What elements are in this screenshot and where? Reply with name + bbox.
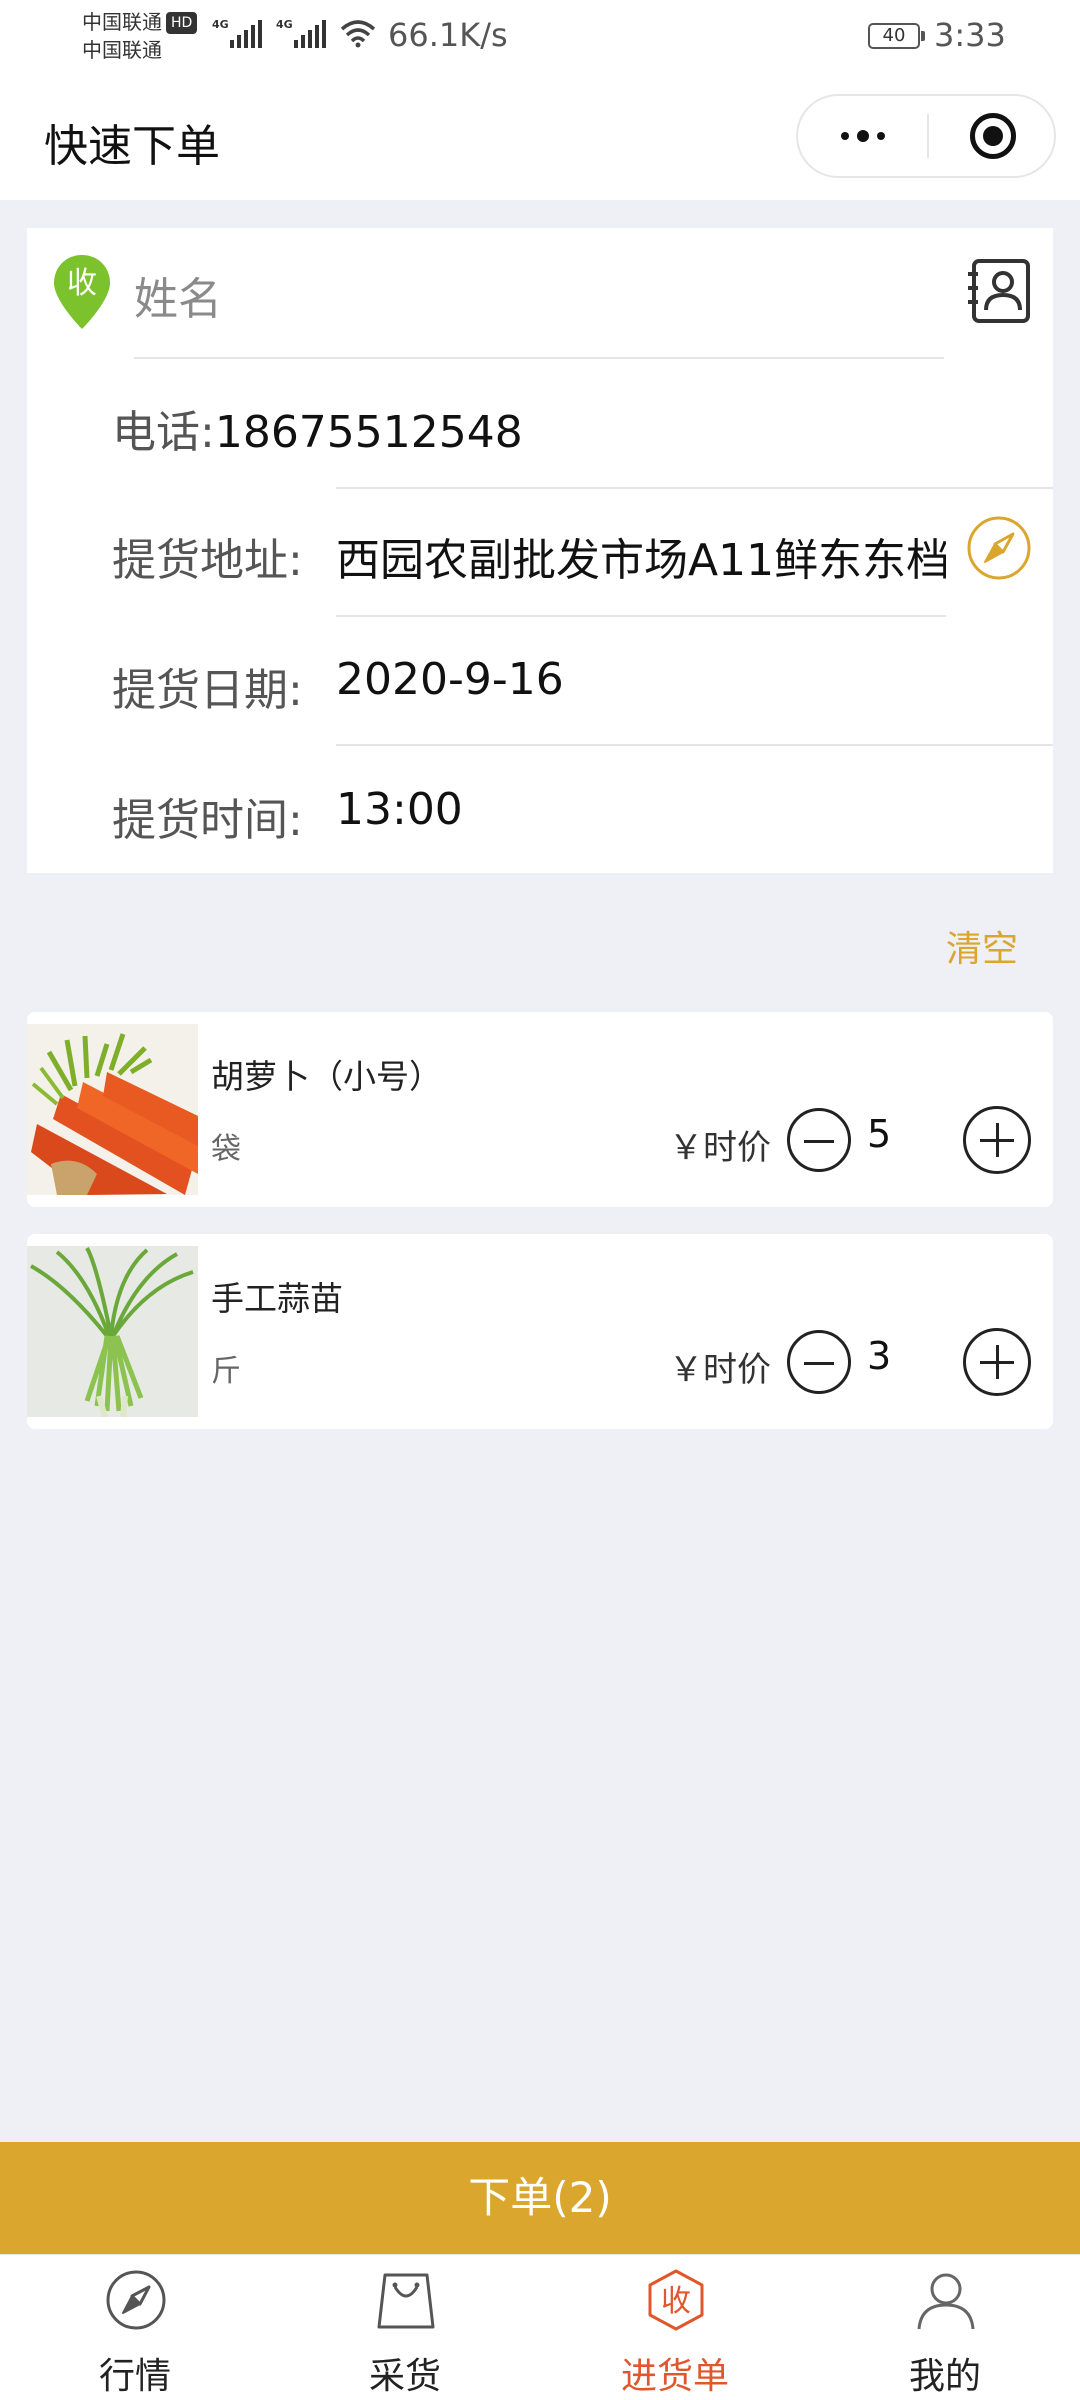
increase-quantity-button[interactable] [963, 1106, 1031, 1174]
product-card: 胡萝卜（小号） 袋 ￥时价 5 [27, 1012, 1053, 1207]
shopping-bag-icon [377, 2273, 435, 2329]
submit-order-button[interactable]: 下单(2) [0, 2142, 1080, 2254]
close-miniprogram-button[interactable] [929, 96, 1056, 176]
product-image-carrot [27, 1024, 198, 1195]
receive-badge-text: 收 [661, 2284, 691, 2319]
tab-mine[interactable]: 我的 [810, 2255, 1080, 2400]
product-price: ￥时价 [669, 1350, 771, 1390]
carrier-1: 中国联通 [82, 10, 162, 34]
location-pin-icon: 收 [54, 255, 110, 329]
product-name: 手工蒜苗 [211, 1279, 343, 1318]
receive-badge-icon: 收 [648, 2269, 704, 2331]
tab-label: 进货单 [620, 2356, 729, 2397]
carrier-2: 中国联通 [82, 38, 162, 62]
phone-label: 电话: [112, 407, 215, 458]
divider [336, 615, 946, 617]
phone-value: 18675512548 [214, 407, 523, 458]
date-value[interactable]: 2020-9-16 [336, 654, 564, 705]
contact-book-icon[interactable] [966, 258, 1032, 324]
clear-button[interactable]: 清空 [946, 920, 1018, 972]
name-input[interactable]: 姓名 [134, 263, 222, 327]
product-unit: 袋 [211, 1132, 241, 1167]
product-card: 手工蒜苗 斤 ￥时价 3 [27, 1234, 1053, 1429]
time-value[interactable]: 13:00 [336, 784, 463, 835]
status-bar: 中国联通 HD 中国联通 4G 4G 66.1K/s 40 3:33 [0, 0, 1080, 72]
divider [336, 744, 1053, 746]
net-type-label: 4G [212, 18, 229, 31]
net-type-label: 4G [276, 18, 293, 31]
phone-row[interactable]: 电话:18675512548 [112, 396, 523, 460]
divider [336, 487, 1053, 489]
more-dot-icon [840, 132, 849, 140]
more-dot-icon [856, 130, 869, 142]
more-button[interactable] [798, 96, 927, 176]
product-price: ￥时价 [669, 1128, 771, 1168]
page-title: 快速下单 [44, 121, 220, 172]
quantity-value: 5 [867, 1112, 892, 1156]
address-value[interactable]: 西园农副批发市场A11鲜东东档 [336, 524, 946, 588]
hd-badge: HD [166, 12, 198, 34]
decrease-quantity-button[interactable] [787, 1330, 851, 1394]
user-icon [917, 2273, 975, 2330]
miniprogram-capsule [796, 94, 1056, 178]
product-image-garlic-sprout [27, 1246, 198, 1417]
tab-bar: 行情 采货 收 进货单 我的 [0, 2254, 1080, 2400]
tab-market[interactable]: 行情 [0, 2255, 270, 2400]
receive-badge-text: 收 [67, 266, 97, 301]
increase-quantity-button[interactable] [963, 1328, 1031, 1396]
quantity-value: 3 [867, 1334, 892, 1378]
address-label: 提货地址: [112, 535, 303, 586]
time-label: 提货时间: [112, 795, 303, 846]
product-name: 胡萝卜（小号） [211, 1057, 442, 1096]
carrier-info: 中国联通 HD 中国联通 [82, 8, 198, 64]
wifi-icon [340, 20, 376, 48]
signal-icon: 4G [212, 18, 262, 48]
clock: 3:33 [934, 16, 1006, 54]
nav-bar: 快速下单 [0, 72, 1080, 200]
signal-icon: 4G [276, 18, 326, 48]
navigate-compass-icon[interactable] [966, 515, 1032, 581]
compass-icon [106, 2270, 166, 2330]
product-unit: 斤 [211, 1354, 241, 1389]
divider [134, 357, 944, 359]
signal-group: 4G 4G [212, 18, 376, 48]
date-label: 提货日期: [112, 665, 303, 716]
battery-icon: 40 [868, 23, 925, 49]
battery-level: 40 [882, 25, 906, 46]
decrease-quantity-button[interactable] [787, 1108, 851, 1172]
more-dot-icon [876, 132, 885, 140]
tab-label: 行情 [98, 2356, 171, 2397]
tab-label: 我的 [908, 2356, 981, 2397]
net-speed: 66.1K/s [388, 16, 508, 54]
tab-label: 采货 [368, 2356, 441, 2397]
target-close-icon [969, 113, 1016, 159]
tab-purchase[interactable]: 采货 [270, 2255, 540, 2400]
tab-stock-order[interactable]: 收 进货单 [540, 2255, 810, 2400]
